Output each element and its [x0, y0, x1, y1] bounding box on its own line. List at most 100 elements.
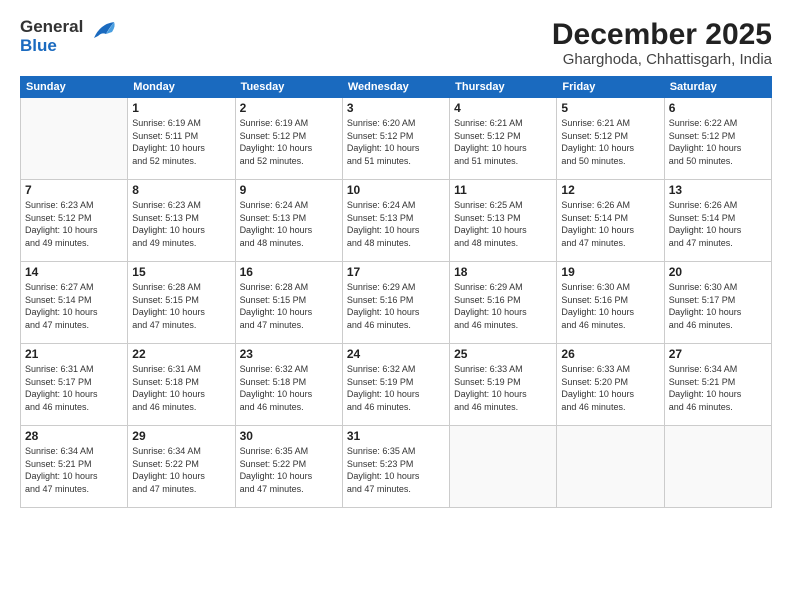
day-info: Sunrise: 6:19 AM Sunset: 5:11 PM Dayligh… — [132, 117, 230, 167]
day-info: Sunrise: 6:32 AM Sunset: 5:19 PM Dayligh… — [347, 363, 445, 413]
day-info: Sunrise: 6:23 AM Sunset: 5:13 PM Dayligh… — [132, 199, 230, 249]
calendar-cell: 14 Sunrise: 6:27 AM Sunset: 5:14 PM Dayli… — [21, 262, 128, 344]
calendar-week-row: 7Sunrise: 6:23 AM Sunset: 5:12 PM Daylig… — [21, 180, 772, 262]
day-info: Sunrise: 6:29 AM Sunset: 5:16 PM Dayligh… — [454, 281, 552, 331]
calendar-week-row: 28Sunrise: 6:34 AM Sunset: 5:21 PM Dayli… — [21, 426, 772, 508]
day-info: Sunrise: 6:31 AM Sunset: 5:18 PM Dayligh… — [132, 363, 230, 413]
day-info: Sunrise: 6:35 AM Sunset: 5:22 PM Dayligh… — [240, 445, 338, 495]
calendar-cell: 20Sunrise: 6:30 AM Sunset: 5:17 PM Dayli… — [664, 262, 771, 344]
calendar-cell: 13Sunrise: 6:26 AM Sunset: 5:14 PM Dayli… — [664, 180, 771, 262]
day-number: 21 — [25, 347, 123, 361]
day-info: Sunrise: 6:26 AM Sunset: 5:14 PM Dayligh… — [669, 199, 767, 249]
day-number: 14 — [25, 265, 123, 279]
calendar-cell: 22 Sunrise: 6:31 AM Sunset: 5:18 PM Dayli… — [128, 344, 235, 426]
day-number: 8 — [132, 183, 230, 197]
day-number: 30 — [240, 429, 338, 443]
day-number: 11 — [454, 183, 552, 197]
day-number: 18 — [454, 265, 552, 279]
logo-bird-icon — [86, 20, 118, 46]
day-number: 1 — [132, 101, 230, 115]
day-info: Sunrise: 6:20 AM Sunset: 5:12 PM Dayligh… — [347, 117, 445, 167]
day-number: 31 — [347, 429, 445, 443]
day-number: 5 — [561, 101, 659, 115]
day-number: 28 — [25, 429, 123, 443]
day-number: 7 — [25, 183, 123, 197]
calendar-cell: 23 Sunrise: 6:32 AM Sunset: 5:18 PM Dayli… — [235, 344, 342, 426]
calendar-cell: 1 Sunrise: 6:19 AM Sunset: 5:11 PM Daylig… — [128, 98, 235, 180]
day-number: 23 — [240, 347, 338, 361]
calendar-cell: 18 Sunrise: 6:29 AM Sunset: 5:16 PM Dayli… — [450, 262, 557, 344]
day-number: 10 — [347, 183, 445, 197]
day-number: 9 — [240, 183, 338, 197]
calendar-cell: 30 Sunrise: 6:35 AM Sunset: 5:22 PM Dayli… — [235, 426, 342, 508]
col-tuesday: Tuesday — [235, 77, 342, 98]
day-info: Sunrise: 6:22 AM Sunset: 5:12 PM Dayligh… — [669, 117, 767, 167]
logo: General Blue — [20, 18, 118, 55]
day-info: Sunrise: 6:33 AM Sunset: 5:20 PM Dayligh… — [561, 363, 659, 413]
calendar-cell: 12 Sunrise: 6:26 AM Sunset: 5:14 PM Dayli… — [557, 180, 664, 262]
calendar-cell: 16 Sunrise: 6:28 AM Sunset: 5:15 PM Dayli… — [235, 262, 342, 344]
calendar-cell: 7Sunrise: 6:23 AM Sunset: 5:12 PM Daylig… — [21, 180, 128, 262]
calendar-cell: 24 Sunrise: 6:32 AM Sunset: 5:19 PM Dayli… — [342, 344, 449, 426]
day-info: Sunrise: 6:31 AM Sunset: 5:17 PM Dayligh… — [25, 363, 123, 413]
day-info: Sunrise: 6:32 AM Sunset: 5:18 PM Dayligh… — [240, 363, 338, 413]
calendar-cell: 3 Sunrise: 6:20 AM Sunset: 5:12 PM Daylig… — [342, 98, 449, 180]
day-number: 22 — [132, 347, 230, 361]
day-number: 29 — [132, 429, 230, 443]
day-number: 25 — [454, 347, 552, 361]
day-number: 24 — [347, 347, 445, 361]
day-number: 15 — [132, 265, 230, 279]
day-number: 3 — [347, 101, 445, 115]
calendar-cell: 26 Sunrise: 6:33 AM Sunset: 5:20 PM Dayli… — [557, 344, 664, 426]
day-info: Sunrise: 6:19 AM Sunset: 5:12 PM Dayligh… — [240, 117, 338, 167]
day-info: Sunrise: 6:25 AM Sunset: 5:13 PM Dayligh… — [454, 199, 552, 249]
day-info: Sunrise: 6:28 AM Sunset: 5:15 PM Dayligh… — [240, 281, 338, 331]
calendar-cell: 27Sunrise: 6:34 AM Sunset: 5:21 PM Dayli… — [664, 344, 771, 426]
calendar-cell: 19 Sunrise: 6:30 AM Sunset: 5:16 PM Dayli… — [557, 262, 664, 344]
calendar-cell: 10 Sunrise: 6:24 AM Sunset: 5:13 PM Dayli… — [342, 180, 449, 262]
day-number: 2 — [240, 101, 338, 115]
title-section: December 2025 Gharghoda, Chhattisgarh, I… — [552, 18, 772, 68]
month-title: December 2025 — [552, 18, 772, 51]
day-info: Sunrise: 6:34 AM Sunset: 5:22 PM Dayligh… — [132, 445, 230, 495]
calendar-cell: 6 Sunrise: 6:22 AM Sunset: 5:12 PM Daylig… — [664, 98, 771, 180]
day-info: Sunrise: 6:21 AM Sunset: 5:12 PM Dayligh… — [454, 117, 552, 167]
calendar-cell: 11 Sunrise: 6:25 AM Sunset: 5:13 PM Dayli… — [450, 180, 557, 262]
calendar: Sunday Monday Tuesday Wednesday Thursday… — [20, 76, 772, 508]
day-info: Sunrise: 6:27 AM Sunset: 5:14 PM Dayligh… — [25, 281, 123, 331]
day-info: Sunrise: 6:35 AM Sunset: 5:23 PM Dayligh… — [347, 445, 445, 495]
calendar-cell: 17Sunrise: 6:29 AM Sunset: 5:16 PM Dayli… — [342, 262, 449, 344]
col-thursday: Thursday — [450, 77, 557, 98]
calendar-cell: 15 Sunrise: 6:28 AM Sunset: 5:15 PM Dayli… — [128, 262, 235, 344]
day-number: 6 — [669, 101, 767, 115]
calendar-week-row: 21 Sunrise: 6:31 AM Sunset: 5:17 PM Dayli… — [21, 344, 772, 426]
day-info: Sunrise: 6:33 AM Sunset: 5:19 PM Dayligh… — [454, 363, 552, 413]
calendar-cell: 29 Sunrise: 6:34 AM Sunset: 5:22 PM Dayli… — [128, 426, 235, 508]
logo-blue-text: Blue — [20, 36, 57, 55]
day-info: Sunrise: 6:26 AM Sunset: 5:14 PM Dayligh… — [561, 199, 659, 249]
calendar-cell: 8 Sunrise: 6:23 AM Sunset: 5:13 PM Daylig… — [128, 180, 235, 262]
calendar-cell: 5Sunrise: 6:21 AM Sunset: 5:12 PM Daylig… — [557, 98, 664, 180]
calendar-cell: 2 Sunrise: 6:19 AM Sunset: 5:12 PM Daylig… — [235, 98, 342, 180]
calendar-cell: 31 Sunrise: 6:35 AM Sunset: 5:23 PM Dayli… — [342, 426, 449, 508]
day-number: 4 — [454, 101, 552, 115]
day-info: Sunrise: 6:30 AM Sunset: 5:16 PM Dayligh… — [561, 281, 659, 331]
page: General Blue December 2025 Gharghoda, Ch… — [0, 0, 792, 612]
day-info: Sunrise: 6:30 AM Sunset: 5:17 PM Dayligh… — [669, 281, 767, 331]
day-info: Sunrise: 6:24 AM Sunset: 5:13 PM Dayligh… — [240, 199, 338, 249]
calendar-cell — [557, 426, 664, 508]
day-number: 26 — [561, 347, 659, 361]
col-monday: Monday — [128, 77, 235, 98]
calendar-cell: 4 Sunrise: 6:21 AM Sunset: 5:12 PM Daylig… — [450, 98, 557, 180]
day-number: 16 — [240, 265, 338, 279]
location: Gharghoda, Chhattisgarh, India — [552, 51, 772, 68]
col-saturday: Saturday — [664, 77, 771, 98]
day-number: 19 — [561, 265, 659, 279]
day-info: Sunrise: 6:24 AM Sunset: 5:13 PM Dayligh… — [347, 199, 445, 249]
col-friday: Friday — [557, 77, 664, 98]
day-number: 12 — [561, 183, 659, 197]
logo-general-text: General — [20, 17, 83, 36]
day-info: Sunrise: 6:28 AM Sunset: 5:15 PM Dayligh… — [132, 281, 230, 331]
calendar-cell: 25 Sunrise: 6:33 AM Sunset: 5:19 PM Dayli… — [450, 344, 557, 426]
calendar-cell — [664, 426, 771, 508]
